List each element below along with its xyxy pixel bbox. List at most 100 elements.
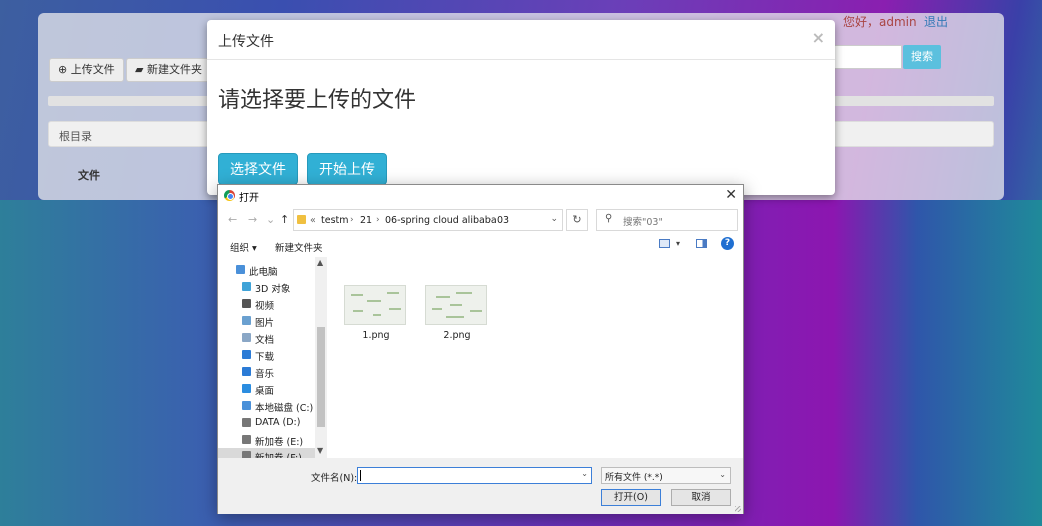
address-overflow[interactable]: « xyxy=(310,215,316,226)
sidebar-item-drive-c[interactable]: 本地磁盘 (C:) xyxy=(218,398,315,414)
image-thumbnail-icon xyxy=(425,285,487,325)
view-options-dropdown-icon[interactable]: ▾ xyxy=(676,239,680,248)
sidebar-item-label: 桌面 xyxy=(255,386,275,397)
address-crumb-testm[interactable]: testm xyxy=(321,215,349,226)
upload-modal: 上传文件 × 请选择要上传的文件 选择文件 开始上传 xyxy=(207,20,835,195)
sidebar-item-drive-f[interactable]: 新加卷 (F:) xyxy=(218,448,315,458)
modal-title: 上传文件 xyxy=(218,34,274,50)
file-item-1-png[interactable]: 1.png xyxy=(344,285,408,341)
back-arrow-icon[interactable]: ← xyxy=(228,213,237,226)
filename-label: 文件名(N): xyxy=(311,473,358,484)
filename-input[interactable]: ⌄ xyxy=(357,467,592,484)
file-name: 1.png xyxy=(362,330,390,341)
upload-icon: ⊕ xyxy=(58,63,68,76)
dialog-toolbar: 组织 ▾ 新建文件夹 ▾ ? xyxy=(218,236,743,256)
scroll-up-icon[interactable]: ▲ xyxy=(317,258,323,267)
image-thumbnail-icon xyxy=(344,285,406,325)
drive-c-icon xyxy=(242,401,251,410)
sidebar-item-label: 图片 xyxy=(255,318,275,329)
drive-icon xyxy=(242,451,251,458)
sidebar-item-label: 文档 xyxy=(255,335,275,346)
file-name: 2.png xyxy=(443,330,471,341)
cancel-button[interactable]: 取消 xyxy=(671,489,731,506)
navigation-pane: 此电脑 3D 对象 视频 图片 文档 下载 音乐 桌面 本地磁盘 (C:) DA… xyxy=(218,257,327,458)
documents-icon xyxy=(242,333,251,342)
sidebar-item-pictures[interactable]: 图片 xyxy=(218,313,315,329)
scroll-down-icon[interactable]: ▼ xyxy=(317,446,323,455)
start-upload-button[interactable]: 开始上传 xyxy=(307,153,387,185)
new-folder-button[interactable]: ▰ 新建文件夹 xyxy=(126,58,211,82)
sidebar-item-label: 3D 对象 xyxy=(255,284,291,295)
modal-close-button[interactable]: × xyxy=(812,28,825,47)
video-icon xyxy=(242,299,251,308)
cube-3d-icon xyxy=(242,282,251,291)
sidebar-item-drive-e[interactable]: 新加卷 (E:) xyxy=(218,432,315,448)
up-arrow-icon[interactable]: ↑ xyxy=(280,213,289,226)
sidebar-item-documents[interactable]: 文档 xyxy=(218,330,315,346)
change-view-icon[interactable] xyxy=(659,239,670,248)
dialog-title: 打开 xyxy=(239,193,259,204)
sidebar-item-label: 新加卷 (E:) xyxy=(255,437,304,448)
computer-icon xyxy=(236,265,245,274)
sidebar-item-drive-d[interactable]: DATA (D:) xyxy=(218,415,315,431)
forward-arrow-icon[interactable]: → xyxy=(248,213,257,226)
address-crumb-21[interactable]: 21 xyxy=(360,215,372,226)
sidebar-item-desktop[interactable]: 桌面 xyxy=(218,381,315,397)
sidebar-item-downloads[interactable]: 下载 xyxy=(218,347,315,363)
preview-pane-icon[interactable] xyxy=(696,239,707,248)
new-folder-label: 新建文件夹 xyxy=(146,63,202,76)
search-button[interactable]: 搜索 xyxy=(903,45,941,69)
resize-grip-icon[interactable] xyxy=(735,506,741,512)
scrollbar-thumb[interactable] xyxy=(317,327,325,427)
sidebar-item-label: 新加卷 (F:) xyxy=(255,450,302,458)
sidebar-item-3d-objects[interactable]: 3D 对象 xyxy=(218,279,315,295)
chevron-down-icon[interactable]: ⌄ xyxy=(550,214,558,224)
navigation-bar: ← → ⌄ ↑ « testm › 21 › 06-spring cloud a… xyxy=(218,207,743,233)
refresh-icon: ↻ xyxy=(572,213,582,226)
folder-search-placeholder: 搜索"03" xyxy=(623,217,663,228)
sidebar-item-this-pc[interactable]: 此电脑 xyxy=(218,262,315,278)
logout-link[interactable]: 退出 xyxy=(924,13,948,30)
folder-open-icon: ▰ xyxy=(135,63,144,76)
file-item-2-png[interactable]: 2.png xyxy=(425,285,489,341)
file-type-value: 所有文件 (*.*) xyxy=(605,473,663,483)
download-icon xyxy=(242,350,251,359)
folder-icon xyxy=(297,215,306,224)
file-type-select[interactable]: 所有文件 (*.*) ⌄ xyxy=(601,467,731,484)
sidebar-item-videos[interactable]: 视频 xyxy=(218,296,315,312)
desktop-icon xyxy=(242,384,251,393)
upload-file-button[interactable]: ⊕ 上传文件 xyxy=(49,58,124,82)
sidebar-item-label: DATA (D:) xyxy=(255,417,301,428)
new-folder-command[interactable]: 新建文件夹 xyxy=(275,240,323,254)
chrome-icon xyxy=(224,190,235,201)
pictures-icon xyxy=(242,316,251,325)
organize-menu[interactable]: 组织 ▾ xyxy=(230,240,257,254)
dialog-footer: 文件名(N): ⌄ 所有文件 (*.*) ⌄ 打开(O) 取消 xyxy=(218,458,743,514)
choose-file-button[interactable]: 选择文件 xyxy=(218,153,298,185)
folder-search-input[interactable]: ⚲ 搜索"03" xyxy=(596,209,738,231)
chevron-right-icon: › xyxy=(376,215,380,225)
drive-icon xyxy=(242,435,251,444)
chevron-down-icon[interactable]: ⌄ xyxy=(581,469,588,478)
dialog-titlebar[interactable]: 打开 ✕ xyxy=(218,185,743,207)
chevron-right-icon: › xyxy=(350,215,354,225)
breadcrumb-root[interactable]: 根目录 xyxy=(59,130,92,143)
dialog-close-button[interactable]: ✕ xyxy=(725,187,737,203)
help-icon[interactable]: ? xyxy=(721,237,734,250)
sidebar-scrollbar[interactable]: ▲ ▼ xyxy=(315,257,327,458)
sidebar-item-music[interactable]: 音乐 xyxy=(218,364,315,380)
drive-icon xyxy=(242,418,251,427)
modal-heading: 请选择要上传的文件 xyxy=(218,88,417,113)
chevron-right-icon: › xyxy=(488,215,492,225)
recent-locations-icon[interactable]: ⌄ xyxy=(266,213,275,226)
address-bar[interactable]: « testm › 21 › 06-spring cloud alibaba ›… xyxy=(293,209,563,231)
address-crumb-spring[interactable]: 06-spring cloud alibaba xyxy=(385,215,497,226)
open-button[interactable]: 打开(O) xyxy=(601,489,661,506)
column-header-file: 文件 xyxy=(78,169,100,182)
open-file-dialog: 打开 ✕ ← → ⌄ ↑ « testm › 21 › 06-spring cl… xyxy=(217,184,744,514)
sidebar-item-label: 此电脑 xyxy=(249,267,278,278)
address-crumb-03[interactable]: 03 xyxy=(497,215,509,226)
modal-header: 上传文件 × xyxy=(207,20,835,60)
refresh-button[interactable]: ↻ xyxy=(566,209,588,231)
sidebar-item-label: 下载 xyxy=(255,352,275,363)
